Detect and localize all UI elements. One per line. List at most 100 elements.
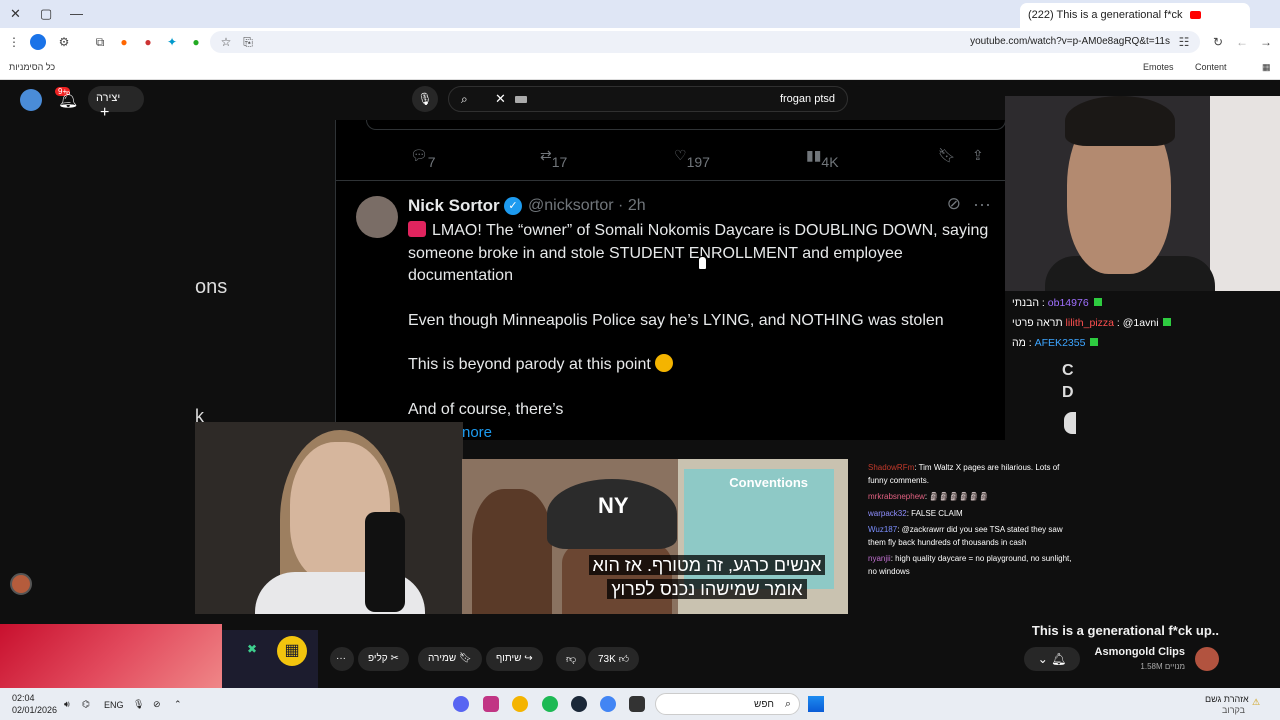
retweet-button[interactable]: ⇄ 17 — [540, 147, 567, 170]
subtitles: אנשים כרגע, זה מטורף. אז הוא אומר שמישהו… — [568, 553, 846, 601]
floating-avatar[interactable] — [10, 573, 32, 595]
chat-msg: 🗿🗿🗿🗿🗿🗿 — [929, 492, 990, 501]
chat-user[interactable]: lilith_pizza — [1066, 317, 1114, 329]
clip-button[interactable]: קליפ ✂ — [358, 647, 409, 671]
mute-icon[interactable]: ⊘ — [153, 699, 161, 710]
extension-green-icon[interactable]: ● — [188, 34, 204, 50]
like-button[interactable]: 73K 👍︎ — [588, 647, 640, 671]
bookmark-icon[interactable]: 🔖︎ — [938, 147, 956, 164]
search-icon[interactable]: ⌕ — [461, 92, 468, 107]
subscribed-button[interactable]: ⌄ 🔔︎ — [1024, 647, 1080, 671]
instagram-icon[interactable] — [483, 696, 499, 712]
extension-orange-icon[interactable]: ● — [116, 34, 132, 50]
star-icon[interactable]: ☆ — [218, 34, 234, 50]
close-window-icon[interactable]: ✕ — [10, 6, 21, 22]
clock-time[interactable]: 02:04 — [12, 693, 35, 703]
minimize-icon[interactable]: — — [70, 6, 83, 21]
dislike-button[interactable]: 👎︎ — [556, 647, 587, 671]
chat-bottom: ShadowRFm: Tim Waltz X pages are hilario… — [868, 462, 1074, 582]
forward-icon[interactable]: ← — [1234, 34, 1250, 50]
discord-icon[interactable] — [453, 696, 469, 712]
reload-icon[interactable]: ↻ — [1210, 34, 1226, 50]
like-count: 197 — [686, 154, 710, 170]
save-label: שמירה — [428, 653, 457, 664]
tweet-handle[interactable]: @nicksortor · 2h — [528, 197, 646, 215]
install-icon[interactable]: ⎘ — [240, 34, 256, 50]
spotify-icon[interactable] — [542, 696, 558, 712]
reply-button[interactable]: 💬︎ 7 — [410, 147, 436, 170]
address-bar[interactable]: ☆ ⎘ youtube.com/watch?v=p-AM0e8agRQ&t=11… — [210, 31, 1200, 53]
like-button[interactable]: ♡ 197 — [674, 147, 710, 170]
youtube-icon — [1189, 11, 1201, 20]
share-button[interactable]: שיתוף ↪ — [486, 647, 543, 671]
extension-red-icon[interactable]: ● — [140, 34, 156, 50]
app-icon[interactable] — [512, 696, 528, 712]
steam-icon[interactable] — [571, 696, 587, 712]
tweet-avatar[interactable] — [356, 196, 398, 238]
puzzle-icon[interactable]: ⧉ — [92, 34, 108, 50]
weather-title[interactable]: אזהרת גשם — [1205, 694, 1249, 704]
warning-icon[interactable]: ⚠ — [1252, 697, 1260, 708]
extension-blue-icon[interactable]: ✦ — [164, 34, 180, 50]
profile-icon[interactable] — [30, 34, 46, 50]
grok-icon[interactable]: ⊘ — [947, 194, 961, 214]
chat-user[interactable]: warpack32 — [868, 509, 907, 518]
menu-icon[interactable]: ⋮ — [6, 34, 22, 50]
search-input[interactable]: frogan ptsd — [780, 93, 835, 105]
chat-user[interactable]: nyanjii — [868, 554, 891, 563]
siren-emoji-icon — [408, 221, 426, 237]
volume-icon[interactable]: 🔊︎ — [64, 699, 70, 710]
views-button[interactable]: ▮▮ 4K — [806, 147, 839, 170]
channel-avatar[interactable] — [1195, 647, 1219, 671]
all-bookmarks[interactable]: כל הסימניות — [9, 62, 55, 72]
taskbar-search[interactable]: חפש ⌕ — [655, 693, 800, 715]
plus-icon: + — [100, 104, 110, 121]
chat-user[interactable]: ShadowRFm — [868, 463, 914, 472]
chat-row: ob14976 : הבנתי — [1012, 293, 1274, 313]
mic-icon[interactable]: 🎙︎ — [412, 86, 438, 112]
chat-user[interactable]: ob14976 — [1048, 297, 1089, 309]
chevron-up-icon[interactable]: ⌃ — [174, 699, 182, 710]
terminal-icon[interactable] — [629, 696, 645, 712]
language-indicator[interactable]: ENG — [104, 700, 124, 710]
maximize-icon[interactable]: ▢ — [40, 6, 52, 22]
save-button[interactable]: שמירה 🔖︎ — [418, 647, 482, 671]
chat-user[interactable]: mrkrabsnephew — [868, 492, 925, 501]
verified-icon: ✓ — [504, 197, 522, 215]
microphone-icon[interactable]: 🎙︎ — [133, 699, 144, 710]
keyboard-icon[interactable] — [515, 96, 527, 103]
chat-msg: הבנתי — [1012, 297, 1040, 309]
apps-icon[interactable]: ▦ — [1262, 62, 1271, 73]
show-more-link[interactable]: nore — [462, 424, 492, 441]
bookmark-content[interactable]: Content — [1195, 62, 1227, 72]
tweet-author-name[interactable]: Nick Sortor — [408, 196, 500, 216]
chat-msg: high quality daycare = no playground, no… — [868, 554, 1072, 576]
clear-search-icon[interactable]: ✕ — [495, 91, 506, 107]
chat-user[interactable]: AFEK2355 — [1035, 337, 1086, 349]
more-actions-button[interactable]: ··· — [330, 647, 354, 671]
back-icon[interactable]: → — [1258, 34, 1274, 50]
bell-icon[interactable]: 🔔︎ — [58, 90, 78, 110]
clock-date[interactable]: 02/01/2026 — [12, 705, 57, 715]
windows-start-icon[interactable] — [808, 696, 824, 712]
chat-row: warpack32: FALSE CLAIM — [868, 508, 963, 518]
extension-icon[interactable]: ⚙ — [56, 34, 72, 50]
chrome-icon[interactable] — [600, 696, 616, 712]
bookmark-emotes[interactable]: Emotes — [1143, 62, 1174, 72]
avatar[interactable] — [20, 89, 42, 111]
search-box[interactable]: ⌕ ✕ frogan ptsd — [448, 86, 848, 112]
tweet-pane: 💬︎ 7 ⇄ 17 ♡ 197 ▮▮ 4K 🔖︎ ⇪ Nick Sortor ✓… — [335, 120, 1006, 441]
tab-youtube[interactable]: (222) This is a generational f*ck — [1020, 3, 1250, 28]
channel-name[interactable]: Asmongold Clips — [1095, 646, 1185, 658]
chat-user[interactable]: Wuz187 — [868, 525, 897, 534]
close-ad-icon[interactable]: ✖ — [247, 642, 257, 656]
wifi-icon[interactable]: ⌬ — [82, 699, 90, 710]
more-options-icon[interactable]: ··· — [973, 194, 991, 215]
create-button[interactable]: יצירה + — [88, 86, 144, 121]
divider — [336, 180, 1006, 181]
tune-icon[interactable]: ☷ — [1176, 34, 1192, 50]
share-icon[interactable]: ⇪ — [972, 147, 984, 164]
ad-banner[interactable] — [0, 624, 222, 696]
ad-box[interactable]: ✖ ▦ — [222, 630, 318, 688]
retweet-count: 17 — [551, 154, 568, 170]
